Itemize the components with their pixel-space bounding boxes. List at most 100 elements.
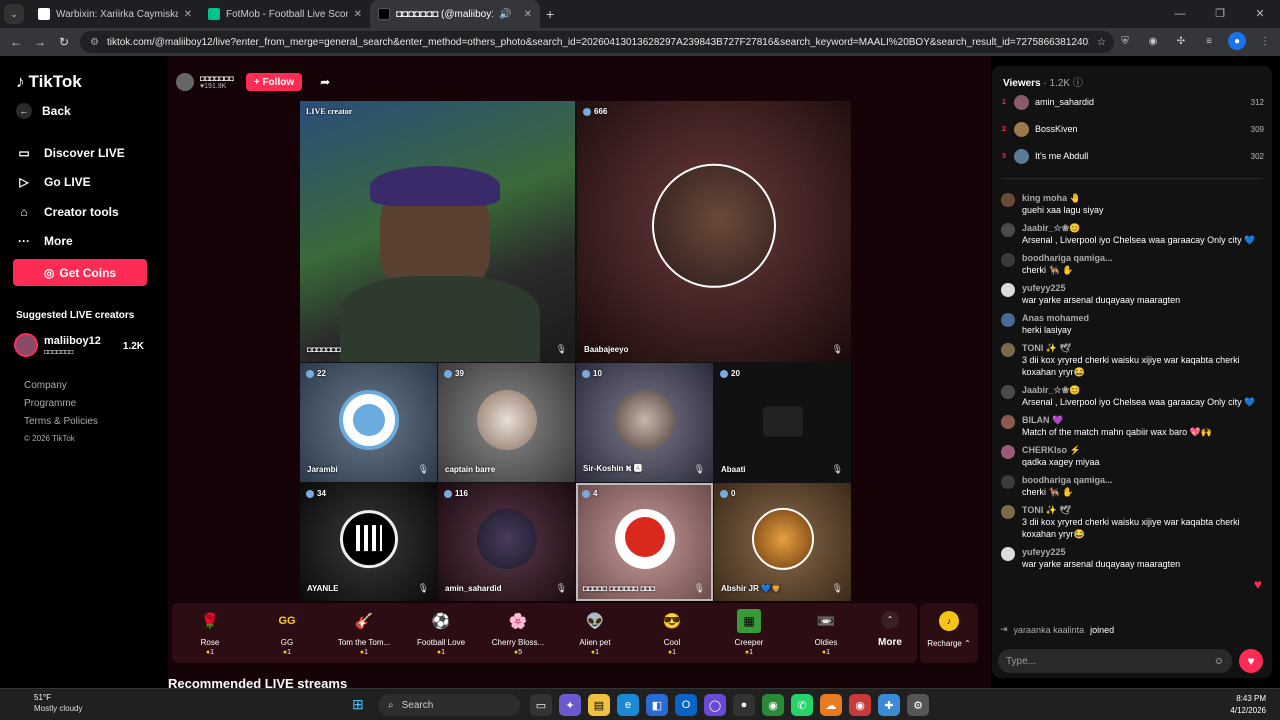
whatsapp-icon[interactable]: ✆	[791, 694, 813, 716]
host-name[interactable]: ◘◘◘◘◘◘◘	[200, 74, 234, 83]
top-viewer-row[interactable]: 3 It's me Abdull 302	[1002, 146, 1264, 166]
guest-cell[interactable]: LIVE creator ◘◘◘◘◘◘◘ 🎙	[300, 101, 575, 362]
close-icon[interactable]: ✕	[184, 9, 192, 20]
chat-user[interactable]: yufeyy225	[1022, 282, 1268, 294]
guest-cell[interactable]: 34 AYANLE 🎙	[300, 483, 437, 601]
close-window-button[interactable]: ✕	[1240, 0, 1280, 28]
guest-cell[interactable]: 20 Abaati 🎙	[714, 363, 851, 482]
bookmark-star-icon[interactable]: ☆	[1097, 37, 1106, 48]
sidebar-item-go-live[interactable]: ▷ Go LIVE	[16, 168, 125, 198]
puzzle-icon[interactable]: ✣	[1172, 32, 1190, 50]
mic-muted-icon[interactable]: 🎙	[694, 464, 705, 475]
more-gifts-button[interactable]: ⌃ More	[872, 611, 908, 648]
guest-cell[interactable]: 22 Jarambi 🎙	[300, 363, 437, 482]
copilot-icon[interactable]: ✦	[559, 694, 581, 716]
sidebar-item-discover-live[interactable]: ▭ Discover LIVE	[16, 138, 124, 168]
mic-muted-icon[interactable]: 🎙	[832, 583, 843, 594]
emoji-icon[interactable]: ☺	[1214, 656, 1224, 667]
link-company[interactable]: Company	[24, 380, 98, 398]
weather-widget[interactable]: 51°F Mostly cloudy	[12, 692, 82, 714]
edge-icon[interactable]: e	[617, 694, 639, 716]
menu-dots-icon[interactable]: ⋮	[1256, 32, 1274, 50]
gift-item[interactable]: 🌸 Cherry Bloss... ●5	[480, 607, 556, 661]
cloud-icon[interactable]: ☁	[820, 694, 842, 716]
close-icon[interactable]: ✕	[524, 9, 532, 20]
link-terms[interactable]: Terms & Policies	[24, 416, 98, 434]
mic-muted-icon[interactable]: 🎙	[556, 583, 567, 594]
tab-1[interactable]: Warbixin: Xariirka Caymiska ee ✕	[30, 0, 200, 28]
chat-user[interactable]: Jaabir_☆❀😊	[1022, 384, 1268, 396]
gift-item[interactable]: ⚽ Football Love ●1	[403, 607, 479, 661]
get-coins-button[interactable]: ◎ Get Coins	[13, 259, 147, 286]
guest-cell[interactable]: 10 Sir-Koshin ⛕ 🅰 🎙	[576, 363, 713, 482]
mic-muted-icon[interactable]: 🎙	[832, 464, 843, 475]
suggested-creator[interactable]: maliiboy12 ◘◘◘◘◘◘◘ 1.2K	[14, 333, 154, 361]
maximize-button[interactable]: ❐	[1200, 0, 1240, 28]
taskbar-search[interactable]: ⌕ Search	[378, 694, 520, 716]
mic-muted-icon[interactable]: 🎙	[694, 583, 705, 594]
follow-button[interactable]: + Follow	[245, 73, 303, 91]
mic-muted-icon[interactable]: 🎙	[418, 583, 429, 594]
guest-cell[interactable]: 0 Abshir JR 💙🦁 🎙	[714, 483, 851, 601]
back-button[interactable]: ← Back	[16, 103, 71, 119]
chat-user[interactable]: Jaabir_☆❀😊	[1022, 222, 1268, 234]
chat-user[interactable]: boodhariga qamiga...	[1022, 474, 1268, 486]
new-tab-button[interactable]: +	[546, 6, 554, 22]
mic-muted-icon[interactable]: 🎙	[556, 344, 567, 355]
app-icon[interactable]: ✚	[878, 694, 900, 716]
file-explorer-icon[interactable]: ▤	[588, 694, 610, 716]
gift-item[interactable]: 🎸 Tom the Tom... ●1	[326, 607, 402, 661]
chat-user[interactable]: TONI ✨ 🕊	[1022, 504, 1268, 516]
gift-item[interactable]: 📼 Oldies ●1	[788, 607, 864, 661]
share-icon[interactable]: ➦	[320, 75, 330, 89]
joined-user[interactable]: yaraanka kaalinta	[1014, 625, 1085, 635]
address-bar[interactable]: ⚙ tiktok.com/@maliiboy12/live?enter_from…	[80, 31, 1114, 53]
chat-user[interactable]: boodhariga qamiga...	[1022, 252, 1268, 264]
gift-item[interactable]: 🌹 Rose ●1	[172, 607, 248, 661]
reload-icon[interactable]: ↻	[52, 35, 76, 49]
outlook-icon[interactable]: O	[675, 694, 697, 716]
like-heart-button[interactable]: ♥	[1239, 649, 1263, 673]
mic-muted-icon[interactable]: 🎙	[418, 464, 429, 475]
store-icon[interactable]: ◧	[646, 694, 668, 716]
chrome-icon[interactable]: ◉	[762, 694, 784, 716]
chat-user[interactable]: TONI ✨ 🕊	[1022, 342, 1268, 354]
globe-icon[interactable]: ◉	[1144, 32, 1162, 50]
guest-cell[interactable]: 116 amin_sahardid 🎙	[438, 483, 575, 601]
tab-search-button[interactable]: ⌄	[4, 4, 24, 24]
guest-cell[interactable]: 39 captain barre	[438, 363, 575, 482]
guest-cell[interactable]: 666 Baabajeeyo 🎙	[577, 101, 851, 362]
settings-icon[interactable]: ⚙	[907, 694, 929, 716]
tab-2[interactable]: FotMob - Football Live Scores ✕	[200, 0, 370, 28]
viewers-header[interactable]: Viewers · 1.2K ⓘ	[1003, 74, 1083, 89]
music-app-icon[interactable]: ●	[733, 694, 755, 716]
close-icon[interactable]: ✕	[354, 9, 362, 20]
gift-item[interactable]: 😎 Cool ●1	[634, 607, 710, 661]
media-icon[interactable]: ≡	[1200, 32, 1218, 50]
host-avatar[interactable]	[176, 73, 194, 91]
circle-app-icon[interactable]: ◯	[704, 694, 726, 716]
forward-arrow-icon[interactable]: →	[28, 35, 52, 49]
shield-icon[interactable]: ⛨	[1116, 32, 1134, 50]
top-viewer-row[interactable]: 2 BossKiven 309	[1002, 119, 1264, 139]
chat-user[interactable]: yufeyy225	[1022, 546, 1268, 558]
sidebar-item-creator-tools[interactable]: ⌂ Creator tools	[16, 197, 125, 227]
recharge-button[interactable]: ♪ Recharge ⌃	[920, 603, 978, 663]
link-programme[interactable]: Programme	[24, 398, 98, 416]
windows-start-icon[interactable]: ⊞	[352, 696, 364, 713]
back-arrow-icon[interactable]: ←	[4, 35, 28, 49]
info-icon[interactable]: ⓘ	[1073, 78, 1083, 89]
chat-user[interactable]: king moha 🤚	[1022, 192, 1268, 204]
tab-3[interactable]: ◘◘◘◘◘◘◘ (@maliiboy1 🔊 ✕	[370, 0, 540, 28]
system-clock[interactable]: 8:43 PM 4/12/2026	[1230, 693, 1266, 717]
mic-muted-icon[interactable]: 🎙	[832, 344, 843, 355]
chat-user[interactable]: BILAN 💜	[1022, 414, 1268, 426]
gift-item[interactable]: ▦ Creeper ●1	[711, 607, 787, 661]
chrome-profile-icon[interactable]: ◉	[849, 694, 871, 716]
top-viewer-row[interactable]: 1 amin_sahardid 312	[1002, 92, 1264, 112]
task-view-icon[interactable]: ▭	[530, 694, 552, 716]
chat-user[interactable]: CHERKIso ⚡	[1022, 444, 1268, 456]
speaker-icon[interactable]: 🔊	[499, 9, 511, 20]
chat-user[interactable]: Anas mohamed	[1022, 312, 1268, 324]
sidebar-item-more[interactable]: ··· More	[16, 227, 125, 257]
